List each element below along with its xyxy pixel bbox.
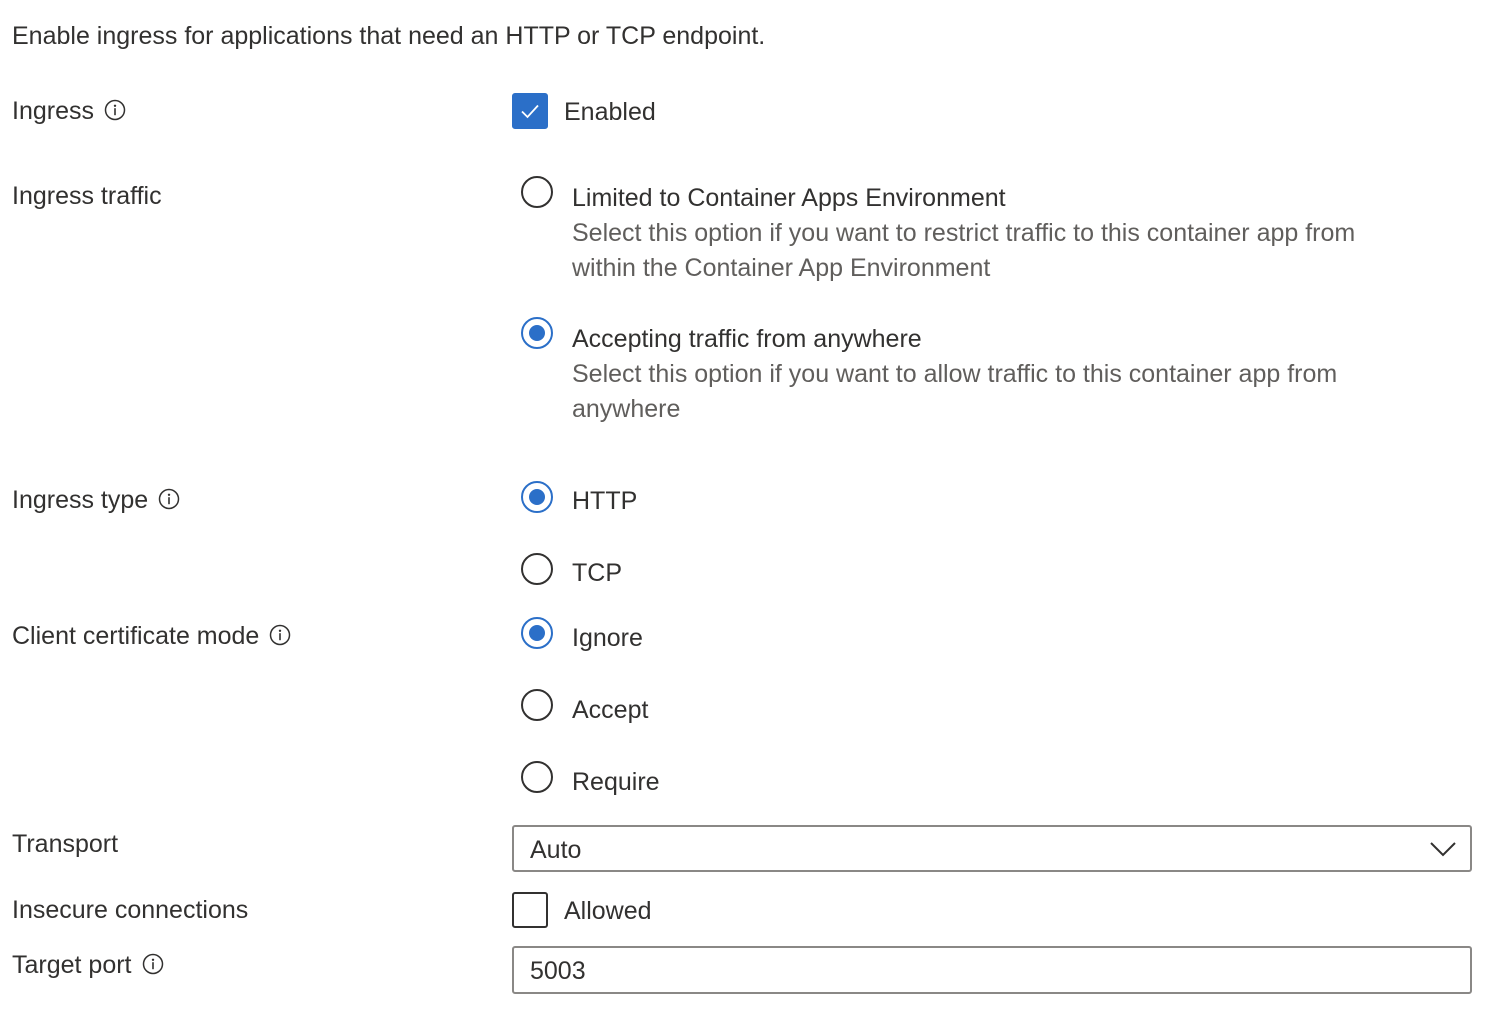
transport-dropdown[interactable]: Auto (512, 825, 1472, 872)
target-port-input-box (512, 946, 1472, 994)
option-require-label[interactable]: Require (572, 767, 660, 797)
radio-accepting-from-anywhere[interactable] (521, 317, 553, 349)
option-limited-description-2: within the Container App Environment (572, 254, 991, 282)
transport-selected-value: Auto (530, 836, 582, 864)
intro-text: Enable ingress for applications that nee… (12, 22, 766, 50)
ingress-enabled-checkbox[interactable] (512, 93, 548, 129)
chevron-down-icon (1430, 842, 1456, 857)
info-icon[interactable] (142, 953, 164, 975)
ingress-label-text: Ingress (12, 97, 94, 125)
info-icon[interactable] (269, 624, 291, 646)
option-accept-label[interactable]: Accept (572, 695, 648, 725)
client-certificate-mode-label: Client certificate mode (12, 621, 291, 651)
radio-ignore[interactable] (521, 617, 553, 649)
client-certificate-mode-label-text: Client certificate mode (12, 622, 260, 650)
info-icon[interactable] (104, 99, 126, 121)
option-anywhere-label[interactable]: Accepting traffic from anywhere (572, 324, 922, 354)
ingress-type-label-text: Ingress type (12, 486, 149, 514)
target-port-label: Target port (12, 950, 164, 980)
radio-accept[interactable] (521, 689, 553, 721)
ingress-traffic-label: Ingress traffic (12, 182, 162, 210)
radio-tcp[interactable] (521, 553, 553, 585)
radio-limited-to-environment[interactable] (521, 176, 553, 208)
ingress-label: Ingress (12, 96, 126, 126)
ingress-type-label: Ingress type (12, 485, 180, 515)
info-icon[interactable] (158, 488, 180, 510)
option-anywhere-description-1: Select this option if you want to allow … (572, 360, 1338, 388)
option-tcp-label[interactable]: TCP (572, 558, 622, 588)
option-anywhere-description-2: anywhere (572, 395, 681, 423)
insecure-connections-label: Insecure connections (12, 896, 249, 924)
insecure-connections-allowed-label[interactable]: Allowed (564, 896, 652, 926)
radio-http[interactable] (521, 481, 553, 513)
radio-require[interactable] (521, 761, 553, 793)
ingress-enabled-label[interactable]: Enabled (564, 97, 656, 127)
target-port-label-text: Target port (12, 951, 132, 979)
check-icon (521, 104, 539, 119)
transport-label: Transport (12, 830, 119, 858)
target-port-input[interactable] (530, 956, 1430, 986)
insecure-connections-checkbox[interactable] (512, 892, 548, 928)
option-ignore-label[interactable]: Ignore (572, 623, 643, 653)
option-http-label[interactable]: HTTP (572, 486, 637, 516)
option-limited-label[interactable]: Limited to Container Apps Environment (572, 183, 1006, 213)
option-limited-description-1: Select this option if you want to restri… (572, 219, 1356, 247)
